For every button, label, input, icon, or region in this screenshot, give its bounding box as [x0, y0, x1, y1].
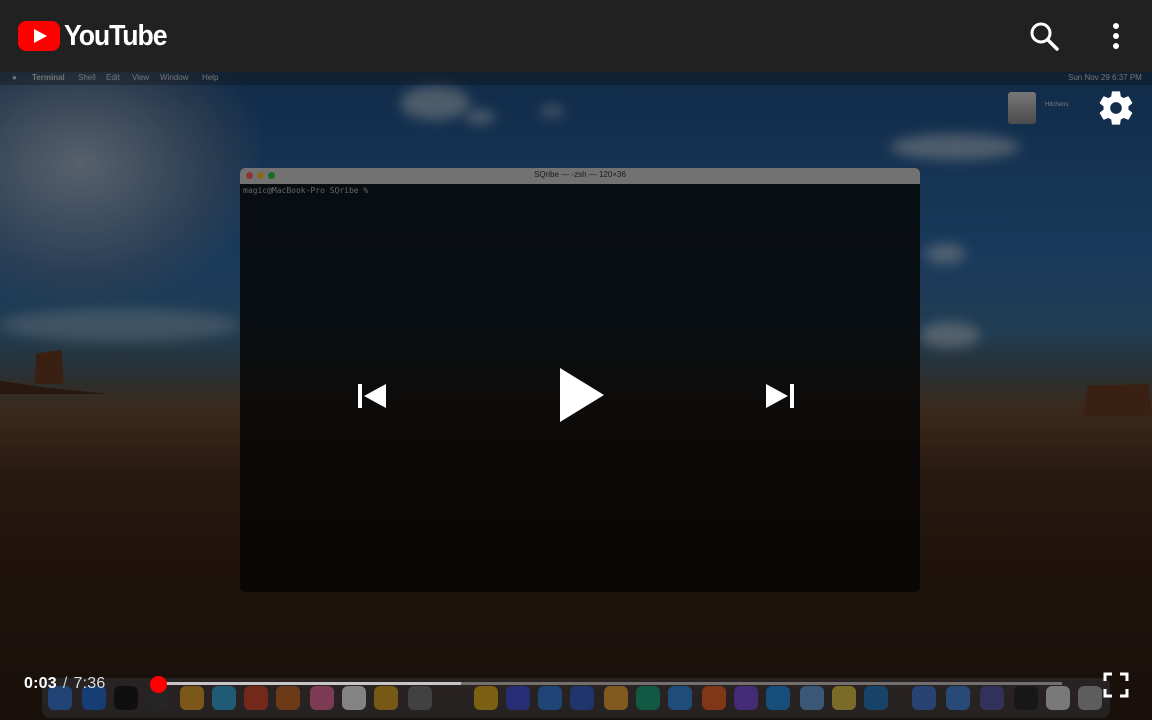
- video-player[interactable]: ● Terminal Shell Edit View Window Help S…: [0, 72, 1152, 720]
- progress-bar[interactable]: [150, 676, 1062, 693]
- youtube-header: YouTube: [0, 0, 1152, 72]
- previous-icon: [358, 384, 386, 408]
- previous-video-button[interactable]: [350, 374, 394, 418]
- settings-icon: [1099, 91, 1133, 125]
- progress-scrubber[interactable]: [150, 676, 167, 693]
- current-time: 0:03: [24, 675, 57, 692]
- fullscreen-button[interactable]: [1101, 670, 1131, 700]
- time-display: 0:03 / 7:36: [24, 675, 105, 693]
- play-icon: [560, 368, 604, 422]
- youtube-wordmark: YouTube: [64, 20, 168, 52]
- youtube-play-badge-icon: [18, 21, 60, 51]
- youtube-logo[interactable]: YouTube: [18, 21, 175, 51]
- duration: 7:36: [73, 675, 106, 692]
- more-vert-icon: [1113, 23, 1119, 49]
- more-options-button[interactable]: [1100, 18, 1132, 54]
- time-separator: /: [62, 675, 68, 692]
- next-icon: [766, 384, 794, 408]
- progress-loaded: [152, 682, 462, 685]
- settings-button[interactable]: [1096, 88, 1136, 128]
- fullscreen-icon: [1103, 672, 1129, 698]
- next-video-button[interactable]: [758, 374, 802, 418]
- search-button[interactable]: [1026, 18, 1062, 54]
- play-button[interactable]: [550, 362, 610, 428]
- search-icon: [1030, 22, 1059, 51]
